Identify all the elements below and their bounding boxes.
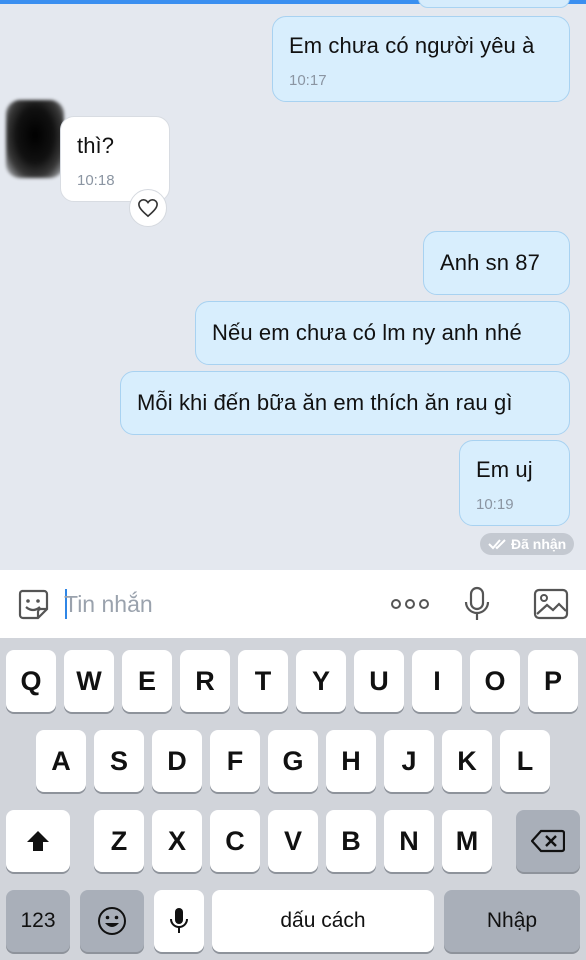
heart-icon (138, 198, 158, 218)
shift-icon (27, 831, 49, 851)
space-key[interactable]: dấu cách (212, 890, 434, 952)
key-b[interactable]: B (326, 810, 376, 872)
message-input[interactable] (64, 586, 364, 622)
message-text: Nếu em chưa có lm ny anh nhé (212, 320, 522, 345)
key-p[interactable]: P (528, 650, 578, 712)
enter-key[interactable]: Nhập (444, 890, 580, 952)
key-g[interactable]: G (268, 730, 318, 792)
message-bubble-outgoing[interactable]: Mỗi khi đến bữa ăn em thích ăn rau gì (120, 371, 570, 435)
key-i[interactable]: I (412, 650, 462, 712)
key-k[interactable]: K (442, 730, 492, 792)
double-check-icon (488, 539, 506, 550)
message-time: 10:17 (289, 72, 327, 89)
key-o[interactable]: O (470, 650, 520, 712)
key-n[interactable]: N (384, 810, 434, 872)
react-heart-button[interactable] (129, 189, 167, 227)
backspace-icon (531, 829, 565, 853)
key-m[interactable]: M (442, 810, 492, 872)
emoji-key[interactable] (80, 890, 144, 952)
chat-area[interactable]: Em chưa có người yêu à 10:17 thì? 10:18 … (0, 0, 586, 570)
key-h[interactable]: H (326, 730, 376, 792)
message-bubble-outgoing[interactable]: Nếu em chưa có lm ny anh nhé (195, 301, 570, 365)
key-e[interactable]: E (122, 650, 172, 712)
key-z[interactable]: Z (94, 810, 144, 872)
key-a[interactable]: A (36, 730, 86, 792)
message-text: Anh sn 87 (440, 250, 540, 275)
numbers-key[interactable]: 123 (6, 890, 70, 952)
delivery-status-label: Đã nhận (511, 536, 567, 552)
key-v[interactable]: V (268, 810, 318, 872)
photo-button[interactable] (533, 586, 569, 622)
numbers-key-label: 123 (20, 909, 56, 932)
on-screen-keyboard: Q W E R T Y U I O P A S D F G H J K L Z … (0, 638, 586, 960)
key-w[interactable]: W (64, 650, 114, 712)
backspace-key[interactable] (516, 810, 580, 872)
space-key-label: dấu cách (280, 909, 366, 932)
key-y[interactable]: Y (296, 650, 346, 712)
emoji-icon (98, 907, 126, 935)
key-r[interactable]: R (180, 650, 230, 712)
sticker-icon (18, 589, 49, 620)
dictation-key[interactable] (154, 890, 204, 952)
key-u[interactable]: U (354, 650, 404, 712)
message-time: 10:18 (77, 172, 115, 189)
microphone-icon (464, 586, 490, 620)
key-q[interactable]: Q (6, 650, 56, 712)
message-composer (0, 570, 586, 638)
more-options-button[interactable] (388, 586, 432, 622)
key-c[interactable]: C (210, 810, 260, 872)
more-icon (391, 599, 429, 609)
key-f[interactable]: F (210, 730, 260, 792)
enter-key-label: Nhập (486, 909, 538, 932)
key-l[interactable]: L (500, 730, 550, 792)
message-time: 10:19 (476, 496, 514, 513)
message-text: Mỗi khi đến bữa ăn em thích ăn rau gì (137, 390, 513, 415)
message-text: thì? (77, 133, 115, 158)
contact-avatar[interactable] (6, 100, 64, 178)
message-bubble-outgoing[interactable]: Anh sn 87 (423, 231, 570, 295)
sticker-button[interactable] (15, 586, 51, 622)
message-bubble-outgoing[interactable]: Em chưa có người yêu à 10:17 (272, 16, 570, 102)
key-j[interactable]: J (384, 730, 434, 792)
previous-message-bubble[interactable] (418, 0, 570, 8)
delivery-status-badge: Đã nhận (480, 533, 575, 555)
dictation-icon (170, 908, 188, 933)
voice-message-button[interactable] (459, 586, 495, 622)
key-t[interactable]: T (238, 650, 288, 712)
message-text: Em uj (476, 457, 533, 482)
message-bubble-outgoing[interactable]: Em uj 10:19 (459, 440, 570, 526)
message-text: Em chưa có người yêu à (289, 33, 535, 58)
image-icon (533, 588, 569, 620)
key-s[interactable]: S (94, 730, 144, 792)
shift-key[interactable] (6, 810, 70, 872)
key-x[interactable]: X (152, 810, 202, 872)
key-d[interactable]: D (152, 730, 202, 792)
